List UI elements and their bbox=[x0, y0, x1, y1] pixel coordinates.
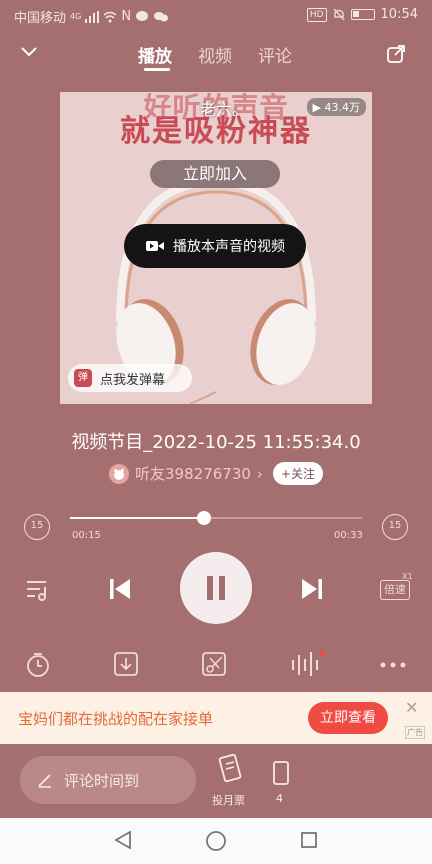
extra-label: 4 bbox=[276, 792, 283, 805]
next-track-icon[interactable] bbox=[300, 577, 324, 601]
sound-effect-icon[interactable] bbox=[290, 650, 324, 678]
collapse-chevron-icon[interactable] bbox=[20, 46, 38, 58]
cover-art[interactable]: 好听的声音 就是吸粉神器 立即加入 老六。 ▶ 43.4万 播放本声音的视频 弹… bbox=[60, 92, 372, 404]
tab-comments[interactable]: 评论 bbox=[258, 42, 292, 67]
cat-avatar-icon bbox=[114, 467, 125, 480]
play-video-button[interactable]: 播放本声音的视频 bbox=[124, 224, 306, 268]
danmaku-icon: 弹 bbox=[74, 369, 92, 387]
more-icon[interactable] bbox=[380, 662, 406, 668]
total-time: 00:33 bbox=[334, 530, 363, 541]
wechat-icon bbox=[154, 11, 169, 21]
monthly-ticket-label: 投月票 bbox=[212, 794, 245, 807]
comment-input[interactable]: 评论时间到 bbox=[20, 756, 196, 804]
avatar[interactable] bbox=[109, 463, 130, 484]
mute-bell-icon bbox=[333, 8, 345, 21]
wifi-icon bbox=[103, 11, 117, 22]
send-danmaku-button[interactable]: 弹 点我发弹幕 bbox=[68, 364, 192, 392]
top-bar: 播放 视频 评论 bbox=[0, 34, 432, 74]
battery-icon bbox=[350, 9, 375, 20]
active-tab-indicator bbox=[144, 68, 170, 71]
pencil-icon bbox=[38, 774, 51, 788]
send-danmaku-label: 点我发弹幕 bbox=[100, 372, 166, 388]
signal-icon bbox=[85, 10, 100, 23]
current-time: 00:15 bbox=[72, 530, 101, 541]
progress-fill bbox=[70, 517, 205, 519]
gift-box-icon[interactable] bbox=[272, 758, 290, 786]
ad-tag: 广告 bbox=[405, 726, 425, 739]
play-count-badge: ▶ 43.4万 bbox=[306, 98, 366, 116]
clip-icon[interactable] bbox=[202, 652, 228, 678]
tab-play[interactable]: 播放 bbox=[138, 42, 172, 67]
timer-icon[interactable] bbox=[26, 652, 50, 678]
bottom-bar: 评论时间到 投月票 4 bbox=[0, 744, 432, 818]
ticket-icon[interactable] bbox=[218, 754, 246, 786]
hd-badge: HD bbox=[306, 7, 327, 22]
nav-home-icon[interactable] bbox=[205, 830, 227, 852]
status-left: 中国移动 4G N bbox=[14, 7, 169, 26]
author-row: 听友398276730 › +关注 bbox=[0, 462, 432, 485]
pause-icon bbox=[207, 576, 213, 600]
speed-value: X1 bbox=[402, 572, 413, 581]
status-bar: 中国移动 4G N HD 10:54 bbox=[0, 0, 432, 30]
system-nav-bar bbox=[0, 818, 432, 864]
pause-button[interactable] bbox=[180, 552, 252, 624]
danmaku-overlay-text: 老六。 bbox=[200, 100, 249, 119]
play-triangle-icon: ▶ bbox=[312, 101, 321, 114]
ad-close-icon[interactable]: ✕ bbox=[405, 698, 418, 717]
carrier-label: 中国移动 bbox=[14, 11, 67, 26]
play-video-label: 播放本声音的视频 bbox=[173, 239, 285, 255]
nfc-label: N bbox=[121, 9, 132, 24]
tab-video[interactable]: 视频 bbox=[198, 42, 232, 67]
previous-track-icon[interactable] bbox=[108, 577, 132, 601]
speed-button[interactable]: 倍速 bbox=[380, 580, 410, 600]
author-name[interactable]: 听友398276730 bbox=[135, 463, 251, 484]
network-label: 4G bbox=[70, 12, 82, 21]
pause-icon-bar bbox=[219, 576, 225, 600]
clock: 10:54 bbox=[380, 7, 418, 22]
author-chevron-icon: › bbox=[256, 464, 263, 483]
message-icon bbox=[136, 10, 149, 21]
play-count-value: 43.4万 bbox=[324, 101, 361, 114]
skip-back-button[interactable]: 15 bbox=[24, 514, 50, 540]
ad-banner[interactable]: 宝妈们都在挑战的配在家接单 立即查看 ✕ 广告 bbox=[0, 692, 432, 744]
progress-thumb[interactable] bbox=[197, 511, 212, 525]
nav-back-icon[interactable] bbox=[114, 830, 132, 850]
track-title: 视频节目_2022-10-25 11:55:34.0 bbox=[71, 432, 361, 453]
video-camera-icon bbox=[146, 241, 164, 251]
ad-text: 宝妈们都在挑战的配在家接单 bbox=[18, 710, 214, 728]
download-icon[interactable] bbox=[114, 652, 138, 678]
comment-placeholder: 评论时间到 bbox=[64, 771, 140, 790]
status-right: HD 10:54 bbox=[306, 7, 418, 22]
follow-button[interactable]: +关注 bbox=[272, 462, 323, 485]
ad-view-button[interactable]: 立即查看 bbox=[308, 702, 388, 734]
nav-recents-icon[interactable] bbox=[300, 831, 318, 849]
skip-forward-button[interactable]: 15 bbox=[382, 514, 408, 540]
cover-join-label: 立即加入 bbox=[150, 160, 280, 188]
share-icon[interactable] bbox=[386, 44, 406, 64]
playlist-icon[interactable] bbox=[26, 578, 52, 602]
